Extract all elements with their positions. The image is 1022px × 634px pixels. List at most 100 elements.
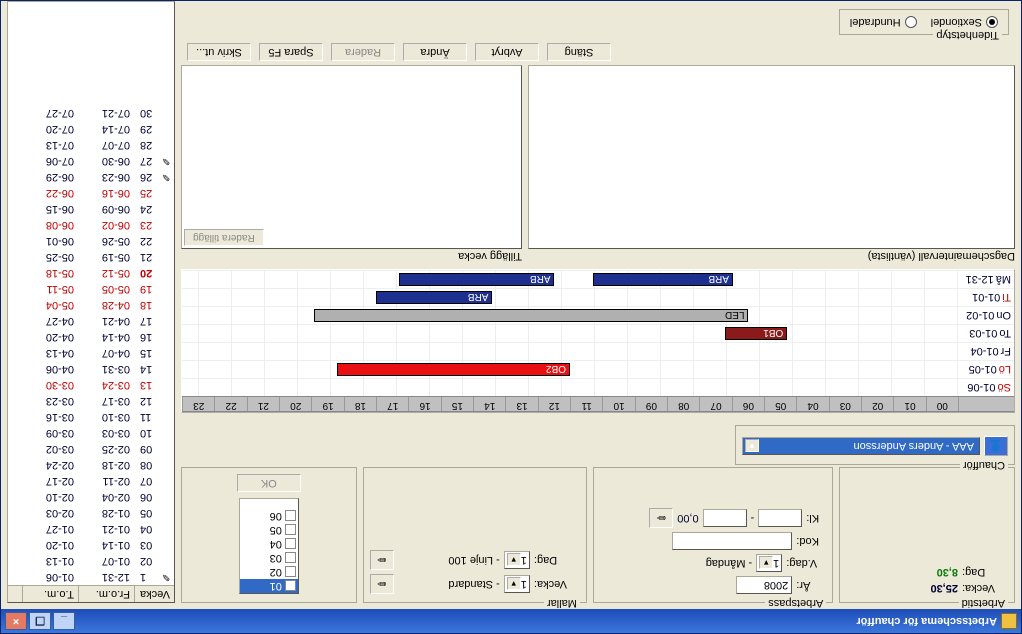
ok-button[interactable]: OK — [237, 474, 301, 492]
checklist-item[interactable]: 04 — [240, 537, 298, 551]
checklist-item[interactable]: 06 — [240, 509, 298, 523]
ar-label: År: — [796, 579, 826, 591]
checklist-item[interactable]: 02 — [240, 565, 298, 579]
kl-label: Kl: — [806, 512, 826, 524]
week-row[interactable]: 1504-0704-13 — [8, 345, 174, 361]
tillagg-vecka-label: Tillägg vecka — [181, 249, 522, 263]
spara-button[interactable]: Spara F5 — [259, 43, 323, 61]
timeline-day-row[interactable]: Lö01-05OB2 — [182, 360, 1014, 378]
dagschema-list[interactable] — [528, 65, 1015, 249]
maximize-button[interactable]: ❐ — [29, 612, 51, 630]
week-row[interactable]: 0802-1802-24 — [8, 457, 174, 473]
week-row[interactable]: 0902-2503-02 — [8, 441, 174, 457]
week-row[interactable]: ✎2606-2306-29 — [8, 169, 174, 185]
week-row[interactable]: 3007-2107-27 — [8, 105, 174, 121]
skrivut-button[interactable]: Skriv ut... — [187, 43, 251, 61]
vdag-text: - Måndag — [706, 557, 752, 569]
chevron-down-icon: ▾ — [759, 557, 773, 570]
kl-from-input[interactable] — [758, 509, 802, 527]
week-row[interactable]: 2506-1606-22 — [8, 185, 174, 201]
week-row[interactable]: 1905-0505-11 — [8, 281, 174, 297]
timeline-day-row[interactable]: Må12-31ARBARB — [182, 270, 1014, 288]
timeline-day-row[interactable]: Sö01-06 — [182, 378, 1014, 396]
minimize-button[interactable]: _ — [53, 612, 75, 630]
week-row[interactable]: 2807-0707-13 — [8, 137, 174, 153]
sextiondel-radio[interactable]: Sextiondel — [931, 16, 998, 28]
chevron-down-icon: ▾ — [507, 554, 521, 567]
titlebar: Arbetsschema för chaufför _ ❐ × — [1, 609, 1021, 633]
checklist-item[interactable]: 01 — [240, 579, 298, 593]
mall-vecka-select[interactable]: 1▾ — [504, 575, 530, 593]
close-button[interactable]: × — [5, 612, 27, 630]
col-from: Fr.o.m. — [78, 586, 134, 602]
week-row[interactable]: 0201-0701-13 — [8, 553, 174, 569]
chevron-down-icon: ▾ — [507, 578, 521, 591]
radera-button[interactable]: Radera — [331, 43, 395, 61]
dagschema-label: Dagschemaintervall (väntlista) — [528, 249, 1015, 263]
mallar-legend: Mallar — [544, 597, 580, 609]
week-timeline: 0001020304050607080910111213141516171819… — [181, 269, 1015, 413]
vecka-label: Vecka: — [962, 582, 1008, 594]
app-icon — [1001, 613, 1017, 629]
timeline-day-row[interactable]: On01-02LED — [182, 306, 1014, 324]
week-row[interactable]: 0702-1102-17 — [8, 473, 174, 489]
andra-button[interactable]: Ändra — [403, 43, 467, 61]
eraser-icon[interactable]: ✏ — [370, 574, 394, 594]
vdag-select[interactable]: 1▾ — [756, 554, 782, 572]
tidenhetstyp-legend: Tidenhetstyp — [933, 29, 1002, 41]
week-row[interactable]: 2205-2606-01 — [8, 233, 174, 249]
week-row[interactable]: 0301-1401-20 — [8, 537, 174, 553]
tillagg-list[interactable]: Radera tillägg — [181, 65, 522, 249]
week-row[interactable]: 0401-2101-27 — [8, 521, 174, 537]
timeline-day-row[interactable]: Fr01-04 — [182, 342, 1014, 360]
week-row[interactable]: 2306-0206-08 — [8, 217, 174, 233]
week-row[interactable]: 2406-0906-15 — [8, 201, 174, 217]
vecka-value: 25,30 — [930, 582, 958, 594]
week-row[interactable]: 1303-2403-30 — [8, 377, 174, 393]
ar-input[interactable] — [736, 576, 792, 594]
vdag-label: V.dag: — [786, 557, 826, 569]
mdag-text: - Linje 100 — [448, 554, 499, 566]
eraser-icon[interactable]: ✏ — [370, 550, 394, 570]
timeline-day-row[interactable]: To01-03OB1 — [182, 324, 1014, 342]
kl-to-input[interactable] — [703, 509, 747, 527]
hundradel-radio[interactable]: Hundradel — [850, 16, 917, 28]
week-row[interactable]: 1403-3104-06 — [8, 361, 174, 377]
eraser-icon[interactable]: ✏ — [649, 508, 673, 528]
kod-label: Kod: — [796, 535, 826, 547]
timeline-day-row[interactable]: Ti01-01ARB — [182, 288, 1014, 306]
chevron-down-icon: ▾ — [745, 440, 759, 453]
chauffor-select[interactable]: AAA - Anders Andersson ▾ — [742, 437, 980, 455]
kod-input[interactable] — [672, 532, 792, 550]
mall-dag-select[interactable]: 1▾ — [504, 551, 530, 569]
radera-tillagg-button[interactable]: Radera tillägg — [184, 229, 264, 246]
arbetstid-legend: Arbetstid — [959, 597, 1008, 609]
week-row[interactable]: ✎2706-3007-06 — [8, 153, 174, 169]
week-row[interactable]: 1704-2104-27 — [8, 313, 174, 329]
week-row[interactable]: 1604-1404-20 — [8, 329, 174, 345]
mvecka-text: - Standard — [448, 578, 499, 590]
col-tom: T.o.m. — [22, 586, 78, 602]
week-table[interactable]: Vecka Fr.o.m. T.o.m. ✎112-3101-060201-07… — [7, 1, 175, 603]
checklist-item[interactable]: 03 — [240, 551, 298, 565]
week-row[interactable]: 1804-2805-04 — [8, 297, 174, 313]
weeks-checklist[interactable]: 010203040506 — [239, 498, 299, 594]
week-row[interactable]: 1003-0303-09 — [8, 425, 174, 441]
avbryt-button[interactable]: Avbryt — [475, 43, 539, 61]
checklist-item[interactable]: 05 — [240, 523, 298, 537]
mvecka-label: Vecka: — [534, 578, 580, 590]
mdag-label: Dag: — [534, 554, 580, 566]
week-row[interactable]: 2907-1407-20 — [8, 121, 174, 137]
week-row[interactable]: ✎112-3101-06 — [8, 569, 174, 585]
week-row[interactable]: 0602-0402-10 — [8, 489, 174, 505]
week-row[interactable]: 2005-1205-18 — [8, 265, 174, 281]
dag-label-a: Dag: — [962, 566, 1008, 578]
week-row[interactable]: 2105-1905-25 — [8, 249, 174, 265]
week-row[interactable]: 1203-1703-23 — [8, 393, 174, 409]
week-row[interactable]: 0501-2802-03 — [8, 505, 174, 521]
window-title: Arbetsschema för chaufför — [77, 615, 997, 627]
col-vecka: Vecka — [134, 586, 174, 602]
dag-value: 8,30 — [937, 566, 958, 578]
week-row[interactable]: 1103-1003-16 — [8, 409, 174, 425]
stang-button[interactable]: Stäng — [547, 43, 611, 61]
